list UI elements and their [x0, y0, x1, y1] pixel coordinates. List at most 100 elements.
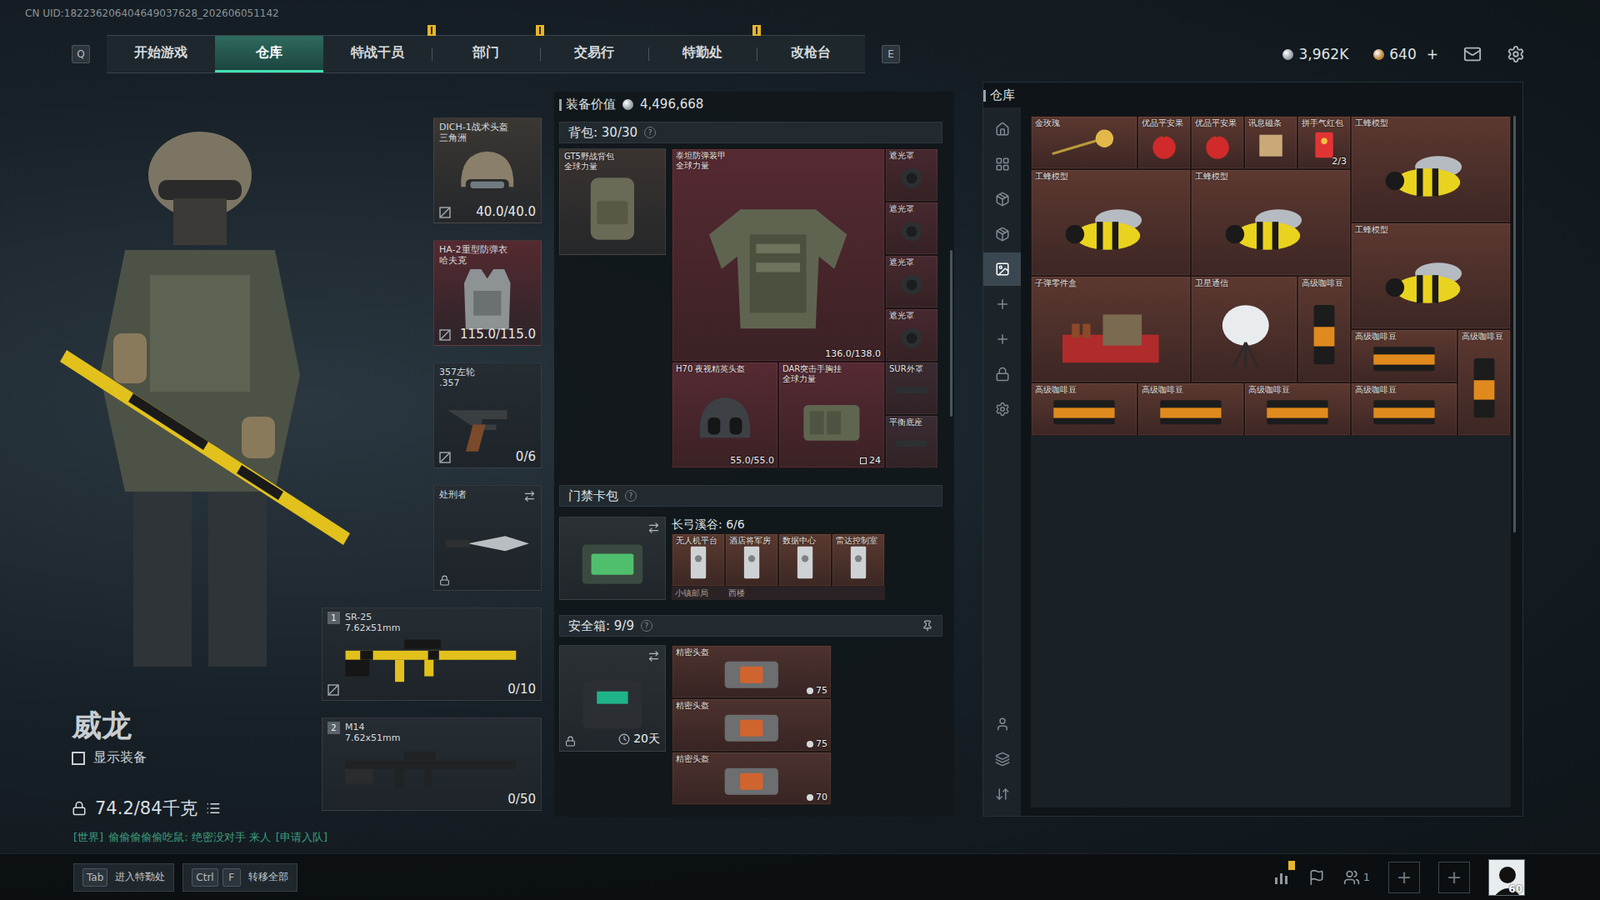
swap-button[interactable] [523, 490, 536, 503]
keycard[interactable]: 数据中心 [778, 533, 832, 587]
join-team-link[interactable]: [申请入队] [275, 830, 328, 845]
mail-button[interactable] [1463, 45, 1482, 64]
nav-tab[interactable]: 开始游戏 [106, 35, 215, 73]
storage-tab-icon [995, 191, 1010, 207]
warehouse-grid-area: 金玫瑰优品平安果优品平安果讯息磁条拼手气红包2/3工蜂模型工蜂模型工蜂模型工蜂模… [1020, 107, 1523, 816]
uninsured-mark [439, 451, 451, 464]
checkbox[interactable] [71, 751, 85, 765]
squad-button[interactable]: 1 [1343, 869, 1370, 886]
nav-tab[interactable]: 部门 [431, 35, 540, 73]
sidebar-item[interactable] [983, 707, 1021, 741]
warehouse-item[interactable]: 高级咖啡豆 [1350, 329, 1458, 383]
nav-tab[interactable]: 改枪台 [756, 35, 865, 73]
gear-item[interactable]: 平衡底座 [885, 415, 939, 469]
keycard[interactable]: 雷达控制室 [831, 533, 885, 587]
warehouse-item[interactable]: 优品平安果 [1190, 115, 1245, 170]
sidebar-item[interactable] [983, 252, 1021, 286]
stats-button[interactable] [1273, 869, 1290, 886]
safebox-item[interactable]: 精密头盔75 [671, 645, 832, 699]
lock-icon [565, 735, 576, 747]
key-hint[interactable]: Tab进入特勤处 [73, 863, 175, 892]
sidebar-item[interactable] [983, 322, 1021, 356]
settings-button[interactable] [1506, 45, 1525, 64]
warehouse-item[interactable]: 高级咖啡豆 [1297, 275, 1351, 383]
sidebar-item[interactable] [983, 357, 1021, 391]
prev-tab-key[interactable]: Q [71, 45, 90, 64]
add-member-button[interactable]: + [1388, 861, 1420, 894]
sidebar-item[interactable] [983, 182, 1021, 216]
safebox-item[interactable]: 精密头盔75 [671, 698, 832, 752]
warehouse-item[interactable]: 高级咖啡豆 [1244, 382, 1351, 436]
loadout-scrollbar[interactable] [947, 91, 955, 817]
sidebar-item[interactable] [983, 147, 1021, 181]
warehouse-item[interactable]: 工蜂模型 [1350, 115, 1511, 223]
help-button[interactable]: ? [644, 126, 656, 139]
pin-button[interactable] [921, 620, 934, 632]
sidebar-item[interactable] [983, 392, 1021, 426]
sidebar-item[interactable] [983, 287, 1021, 321]
keycard[interactable]: 无人机平台 [671, 533, 725, 587]
add-token-button[interactable]: + [1426, 45, 1439, 63]
help-button[interactable]: ? [625, 490, 637, 502]
sidebar-item[interactable] [983, 112, 1021, 146]
nav-tab[interactable]: 仓库 [215, 35, 324, 73]
gear-item[interactable]: 遮光罩 [885, 148, 939, 202]
add-member-button[interactable]: + [1438, 861, 1470, 894]
nav-tab[interactable]: 交易行 [540, 35, 649, 73]
warehouse-item[interactable]: 卫星通信 [1190, 275, 1298, 383]
gear-item[interactable]: DAR突击手胸挂全球力量24 [778, 361, 885, 469]
sidebar-item[interactable] [983, 217, 1021, 251]
sidebar-bottom [983, 707, 1021, 811]
slot-number: 2 [327, 721, 340, 735]
warehouse-item[interactable]: 金玫瑰 [1030, 115, 1138, 170]
weapon-slot[interactable]: 1SR-257.62x51mm0/10 [321, 607, 542, 701]
show-gear-toggle[interactable]: 显示装备 [71, 749, 322, 767]
next-tab-key[interactable]: E [881, 45, 900, 64]
warehouse-item[interactable]: 讯息磁条 [1244, 115, 1298, 170]
notify-badge [427, 25, 436, 36]
chat-line[interactable]: [世界]偷偷偷偷偷吃鼠: 绝密没对手 来人[申请入队] [0, 826, 555, 849]
sidebar-item[interactable] [983, 777, 1021, 811]
warehouse-item[interactable]: 工蜂模型 [1190, 169, 1351, 276]
equipment-slot[interactable]: DICH-1战术头盔三角洲40.0/40.0 [433, 117, 542, 224]
gear-item[interactable]: 遮光罩 [885, 201, 939, 255]
keycard[interactable]: 酒店将军房 [725, 533, 779, 587]
warehouse-scrollbar[interactable] [1510, 115, 1518, 808]
sidebar-item[interactable] [983, 742, 1021, 776]
swap-button[interactable] [647, 650, 660, 663]
safebox-item[interactable]: 精密头盔70 [671, 751, 832, 805]
keycard-case[interactable] [559, 516, 666, 600]
key-hint[interactable]: CtrlF转移全部 [182, 863, 297, 892]
equipment-slot[interactable]: 357左轮.3570/6 [433, 362, 542, 469]
help-button[interactable]: ? [640, 620, 653, 632]
warehouse-item[interactable]: 高级咖啡豆 [1030, 382, 1138, 436]
coffee-box-icon [1360, 339, 1449, 378]
warehouse-item[interactable]: 子弹零件盒 [1030, 275, 1191, 383]
equipment-slot[interactable]: 处刑者 [433, 485, 542, 591]
warehouse-item[interactable]: 工蜂模型 [1350, 222, 1511, 330]
gear-item[interactable]: H70 夜视精英头盔55.0/55.0 [671, 361, 779, 469]
gear-item[interactable]: 泰坦防弹装甲全球力量136.0/138.0 [671, 148, 885, 362]
warehouse-item[interactable]: 优品平安果 [1137, 115, 1191, 170]
player-avatar[interactable]: 60 [1488, 859, 1525, 896]
backpack-slot[interactable]: GT5野战背包全球力量 [559, 148, 666, 255]
swap-button[interactable] [647, 521, 660, 535]
list-icon[interactable] [205, 800, 221, 816]
gear-icon [1506, 45, 1525, 64]
warehouse-item[interactable]: 高级咖啡豆 [1137, 382, 1245, 436]
weapon-slot[interactable]: 2M147.62x51mm0/50 [321, 717, 542, 811]
gear-item[interactable]: 遮光罩 [885, 255, 939, 309]
nav-tab[interactable]: 特勤处 [648, 35, 757, 73]
warehouse-item[interactable]: 高级咖啡豆 [1350, 382, 1458, 436]
warehouse-item[interactable]: 工蜂模型 [1030, 169, 1191, 276]
warehouse-item[interactable]: 高级咖啡豆 [1457, 329, 1511, 436]
equipment-slot[interactable]: HA-2重型防弹衣哈夫克115.0/115.0 [433, 240, 542, 346]
flag-button[interactable] [1308, 869, 1325, 886]
gear-item[interactable]: 遮光罩 [885, 308, 939, 362]
slot-name: 处刑者 [439, 489, 536, 500]
safebox-grid: 精密头盔75精密头盔75精密头盔70 [671, 645, 832, 805]
gear-item[interactable]: SUR外罩 [885, 361, 939, 415]
nav-tab[interactable]: 特战干员 [323, 35, 432, 73]
warehouse-item[interactable]: 拼手气红包2/3 [1297, 115, 1351, 170]
safebox[interactable]: 20天 [559, 645, 666, 752]
